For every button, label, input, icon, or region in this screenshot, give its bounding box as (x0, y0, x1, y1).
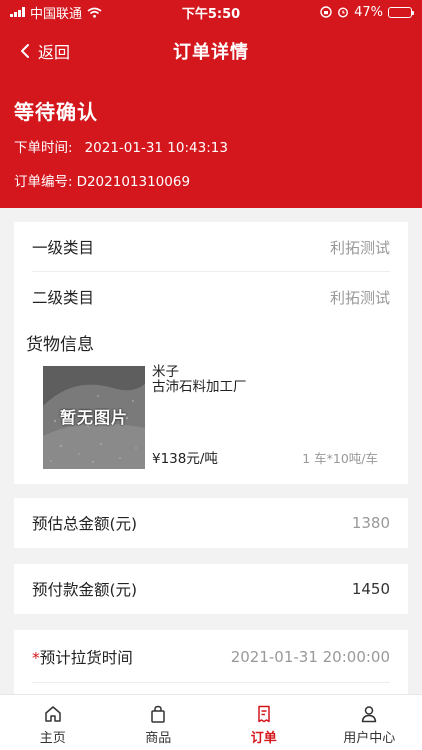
goods-price: ¥138元/吨 (152, 451, 218, 467)
signal-icon (10, 7, 25, 17)
order-number-label: 订单编号: (14, 174, 73, 190)
back-label: 返回 (38, 43, 71, 62)
rotation-lock-icon (320, 6, 332, 18)
category-level1-label: 一级类目 (32, 239, 95, 257)
goods-section-title: 货物信息 (26, 335, 94, 355)
tab-home-label: 主页 (39, 731, 66, 746)
pickup-time-label-wrap: *预计拉货时间 (32, 646, 133, 668)
tab-orders[interactable]: 订单 (211, 695, 317, 750)
divider (32, 682, 390, 683)
order-icon (258, 705, 270, 723)
prepaid-amount-value: 1450 (351, 580, 390, 598)
tab-goods-label: 商品 (145, 731, 172, 746)
prepaid-amount-row: 预付款金额(元) 1450 (14, 564, 408, 614)
alarm-icon (338, 7, 349, 18)
chevron-left-icon (21, 44, 29, 58)
estimated-amount-value: 1380 (351, 514, 390, 532)
pickup-time-row[interactable]: *预计拉货时间 2021-01-31 20:00:00 (14, 632, 408, 682)
estimated-amount-label: 预估总金额(元) (32, 515, 138, 533)
goods-spec: 1 车*10吨/车 (302, 451, 378, 466)
tab-user-center[interactable]: 用户中心 (317, 695, 422, 750)
category-level1-value: 利拓测试 (329, 238, 390, 257)
tab-user-center-label: 用户中心 (343, 731, 396, 746)
page-title: 订单详情 (173, 42, 249, 63)
goods-card: 一级类目 利拓测试 二级类目 利拓测试 货物信息 暂无图片 米子 古沛石料加工厂… (14, 222, 408, 484)
order-time-label: 下单时间: (14, 140, 73, 156)
category-level1-row: 一级类目 利拓测试 (14, 222, 408, 272)
required-mark: * (32, 649, 40, 667)
estimated-amount-row: 预估总金额(元) 1380 (14, 498, 408, 548)
order-header: 等待确认 下单时间: 2021-01-31 10:43:13 订单编号: D2021… (0, 78, 422, 208)
order-time-row: 下单时间: 2021-01-31 10:43:13 (14, 136, 228, 156)
goods-name: 米子 (152, 364, 179, 380)
image-placeholder-text: 暂无图片 (59, 408, 128, 427)
order-number-value: D202101310069 (76, 174, 191, 190)
status-time: 下午5:50 (181, 6, 241, 22)
nav-bar: 返回 订单详情 (0, 24, 422, 78)
tab-orders-label: 订单 (250, 731, 277, 746)
status-bar: 中国联通 下午5:50 47% (0, 0, 422, 24)
home-icon (45, 706, 61, 722)
prepaid-amount-label: 预付款金额(元) (32, 581, 138, 599)
estimated-amount-card: 预估总金额(元) 1380 (14, 498, 408, 548)
category-level2-value: 利拓测试 (329, 288, 390, 307)
pickup-time-value[interactable]: 2021-01-31 20:00:00 (231, 648, 390, 666)
back-button[interactable]: 返回 (20, 24, 70, 78)
pickup-time-label: 预计拉货时间 (39, 649, 133, 667)
order-number-row: 订单编号: D202101310069 (14, 170, 190, 190)
bag-icon (151, 705, 165, 723)
pickup-card: *预计拉货时间 2021-01-31 20:00:00 (14, 630, 408, 694)
tab-goods[interactable]: 商品 (106, 695, 212, 750)
order-status: 等待确认 (14, 100, 98, 124)
tab-home[interactable]: 主页 (0, 695, 106, 750)
wifi-icon (87, 7, 102, 18)
battery-percent: 47% (354, 4, 383, 20)
order-time-value: 2021-01-31 10:43:13 (84, 140, 228, 156)
prepaid-amount-card: 预付款金额(元) 1450 (14, 564, 408, 614)
goods-factory: 古沛石料加工厂 (152, 379, 247, 395)
carrier-name: 中国联通 (30, 6, 83, 22)
category-level2-row: 二级类目 利拓测试 (14, 272, 408, 322)
tab-bar: 主页 商品 订单 用户中心 (0, 694, 422, 750)
battery-icon (388, 6, 414, 18)
goods-image: 暂无图片 (43, 366, 145, 469)
user-icon (362, 706, 377, 723)
category-level2-label: 二级类目 (32, 289, 95, 307)
